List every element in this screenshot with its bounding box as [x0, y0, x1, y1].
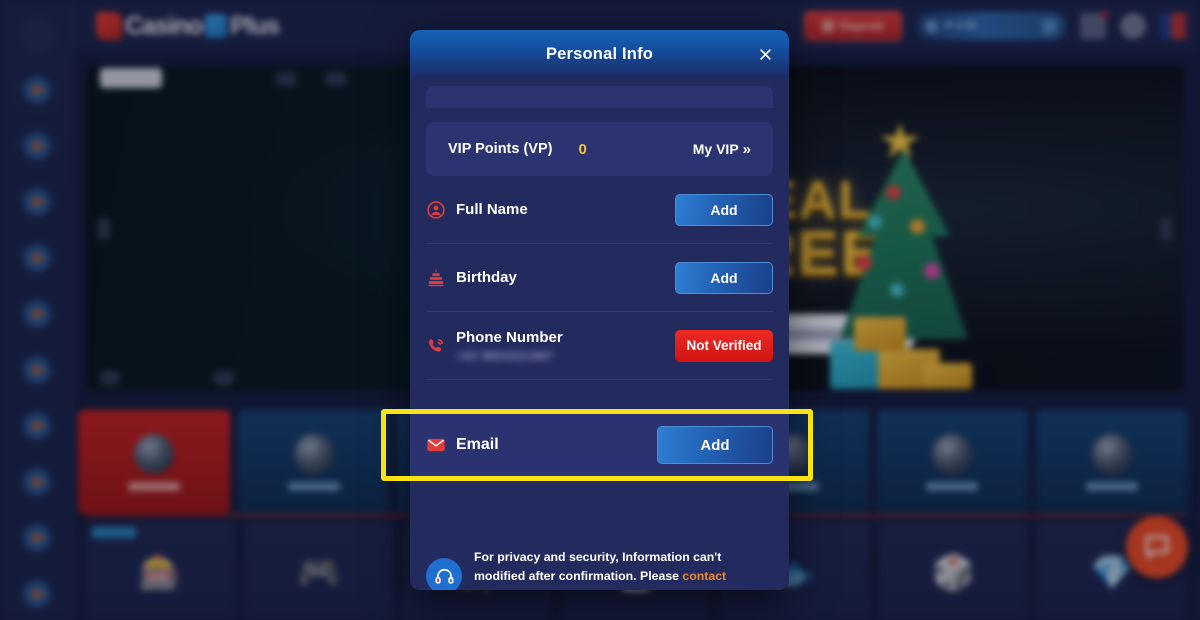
privacy-note: For privacy and security, Information ca… — [426, 540, 773, 590]
chevron-right-icon: » — [742, 140, 751, 158]
row-label: Email — [456, 436, 499, 453]
headset-icon — [426, 558, 462, 590]
info-row-full-name: Full Name Add — [426, 176, 773, 244]
add-full-name-button[interactable]: Add — [675, 193, 773, 226]
my-vip-label: My VIP — [692, 141, 739, 157]
vip-points-value: 0 — [578, 140, 587, 158]
phone-not-verified-badge[interactable]: Not Verified — [675, 329, 773, 362]
birthday-cake-icon — [426, 268, 456, 288]
add-email-button[interactable]: Add — [657, 426, 773, 464]
user-circle-icon — [426, 200, 456, 220]
row-content: Email — [456, 436, 657, 454]
close-icon[interactable] — [751, 40, 779, 68]
info-row-phone-number: Phone Number +63 9654321987 Not Verified — [426, 312, 773, 380]
app-root: Casino Plus Deposit ₱ 0.00 REAL FREE 🎰 🎮… — [0, 0, 1200, 620]
row-content: Full Name — [456, 201, 675, 218]
add-birthday-button[interactable]: Add — [675, 261, 773, 294]
row-content: Birthday — [456, 269, 675, 286]
phone-icon — [426, 336, 456, 356]
modal-body: VIP Points (VP) 0 My VIP » Full Name Add… — [410, 78, 789, 590]
row-label: Full Name — [456, 201, 528, 218]
row-content: Phone Number +63 9654321987 — [456, 329, 675, 363]
envelope-icon — [426, 435, 456, 455]
vip-points-card: VIP Points (VP) 0 My VIP » — [426, 122, 773, 176]
vip-points-label: VIP Points (VP) — [448, 141, 553, 157]
info-row-email: Email Add — [410, 414, 789, 476]
info-row-birthday: Birthday Add — [426, 244, 773, 312]
phone-number-value: +63 9654321987 — [456, 348, 554, 363]
privacy-note-text: For privacy and security, Information ca… — [474, 548, 773, 590]
personal-info-modal: Personal Info VIP Points (VP) 0 My VIP » — [410, 30, 789, 590]
my-vip-link[interactable]: My VIP » — [693, 141, 751, 157]
scrolled-card-partial — [426, 86, 773, 108]
modal-title: Personal Info — [545, 44, 654, 63]
modal-header: Personal Info — [410, 30, 789, 78]
row-label: Phone Number — [456, 328, 563, 346]
row-label: Birthday — [456, 269, 517, 286]
